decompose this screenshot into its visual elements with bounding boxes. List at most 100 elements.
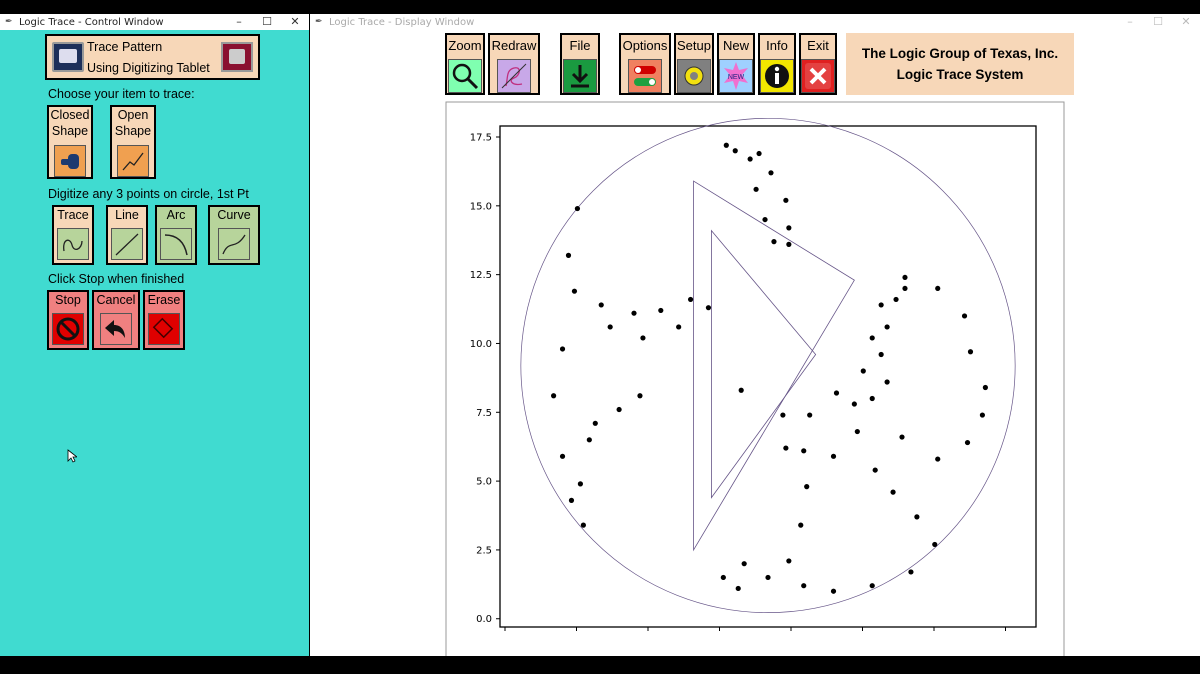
control-titlebar: ✒ Logic Trace - Control Window – ☐ ✕ — [0, 14, 309, 30]
y-tick-label: 12.5 — [470, 270, 492, 281]
trace-point — [786, 558, 792, 564]
erase-button[interactable]: Erase — [143, 290, 185, 350]
close-button[interactable]: ✕ — [281, 14, 309, 30]
trace-point — [979, 412, 986, 418]
trace-point — [738, 387, 744, 393]
maximize-button[interactable]: ☐ — [253, 14, 281, 30]
trace-point — [658, 307, 664, 314]
line-icon — [111, 228, 143, 260]
closed-shape-label-1: Closed — [50, 108, 90, 122]
trace-point — [771, 239, 777, 245]
trace-point — [908, 569, 914, 575]
trace-point — [586, 437, 592, 443]
trace-point — [631, 310, 637, 316]
trace-point — [565, 252, 572, 258]
stop-button[interactable]: Stop — [47, 290, 89, 350]
trace-point — [830, 588, 837, 594]
trace-point — [982, 384, 988, 391]
arc-icon — [160, 228, 192, 260]
trace-point — [732, 148, 738, 154]
stop-icon — [52, 313, 84, 345]
trace-point — [854, 428, 860, 435]
trace-point — [559, 453, 566, 459]
trace-point — [780, 412, 786, 418]
trace-point — [723, 142, 729, 148]
y-tick-label: 10.0 — [470, 339, 492, 350]
curve-label: Curve — [217, 208, 251, 222]
trace-point — [961, 313, 968, 319]
trace-point — [914, 514, 920, 520]
trace-point — [884, 324, 890, 330]
trace-point — [687, 296, 694, 303]
y-tick-label: 5.0 — [476, 477, 492, 488]
arc-label: Arc — [166, 208, 186, 222]
digitizing-tablet-panel[interactable]: Trace Pattern Using Digitizing Tablet — [45, 34, 260, 80]
trace-label: Trace — [57, 208, 89, 222]
trace-point — [580, 522, 586, 528]
display-window: ✒ Logic Trace - Display Window – ☐ ✕ Zoo… — [310, 14, 1200, 656]
digitizer-icon[interactable] — [221, 42, 253, 72]
trace-point — [741, 561, 747, 567]
trace-point — [756, 150, 762, 157]
trace-point — [747, 156, 753, 162]
trace-point — [884, 379, 890, 385]
cancel-button[interactable]: Cancel — [92, 290, 140, 350]
trace-button[interactable]: Trace — [52, 205, 94, 265]
trace-point — [967, 349, 974, 355]
control-window: ✒ Logic Trace - Control Window – ☐ ✕ Tra… — [0, 14, 309, 656]
open-shape-label-2: Shape — [114, 124, 152, 138]
trace-point — [860, 368, 866, 374]
closed-shape-button[interactable]: Closed Shape — [47, 105, 93, 179]
trace-plot[interactable]: 0.0 2.5 5.0 7.5 10.0 12.5 15.0 17.5 — [310, 14, 1200, 656]
mouse-cursor-icon — [67, 448, 79, 467]
y-tick-label: 7.5 — [476, 408, 492, 419]
trace-point — [598, 302, 604, 308]
trace-point — [869, 583, 875, 589]
tablet-label-2: Using Digitizing Tablet — [87, 61, 210, 75]
figure-frame — [445, 101, 1065, 656]
trace-point — [568, 497, 575, 503]
trace-point — [607, 324, 613, 330]
closed-shape-label-2: Shape — [51, 124, 89, 138]
trace-point — [616, 406, 622, 413]
trace-point — [899, 434, 905, 440]
open-shape-icon — [117, 145, 149, 177]
trace-point — [869, 395, 875, 402]
trace-point — [577, 481, 583, 487]
open-shape-button[interactable]: Open Shape — [110, 105, 156, 179]
trace-point — [932, 541, 938, 548]
y-tick-label: 0.0 — [476, 614, 492, 625]
y-tick-label: 15.0 — [470, 201, 492, 212]
choose-item-label: Choose your item to trace: — [48, 87, 195, 101]
line-button[interactable]: Line — [106, 205, 148, 265]
trace-point — [798, 522, 804, 528]
erase-icon — [148, 313, 180, 345]
trace-point — [676, 324, 682, 330]
trace-point — [753, 186, 759, 192]
trace-point — [783, 445, 789, 451]
tablet-label-1: Trace Pattern — [87, 40, 163, 54]
trace-point — [640, 335, 646, 341]
trace-point — [935, 456, 941, 462]
trace-point — [765, 574, 771, 581]
trace-point — [720, 574, 726, 581]
trace-point — [851, 401, 857, 407]
trace-point — [559, 346, 566, 352]
curve-button[interactable]: Curve — [208, 205, 260, 265]
trace-icon — [57, 228, 89, 260]
trace-point — [878, 351, 884, 358]
trace-point — [801, 448, 807, 454]
stop-instruction: Click Stop when finished — [48, 272, 185, 286]
cancel-label: Cancel — [96, 293, 136, 307]
undo-arrow-icon — [100, 313, 132, 345]
trace-point — [893, 296, 899, 303]
trace-point — [574, 205, 581, 212]
trace-point — [801, 583, 807, 589]
trace-point — [637, 393, 643, 399]
y-tick-label: 2.5 — [476, 545, 492, 556]
arc-button[interactable]: Arc — [155, 205, 197, 265]
trace-point — [869, 335, 875, 341]
trace-point — [768, 170, 774, 176]
feather-icon: ✒ — [5, 17, 13, 27]
minimize-button[interactable]: – — [225, 14, 253, 30]
